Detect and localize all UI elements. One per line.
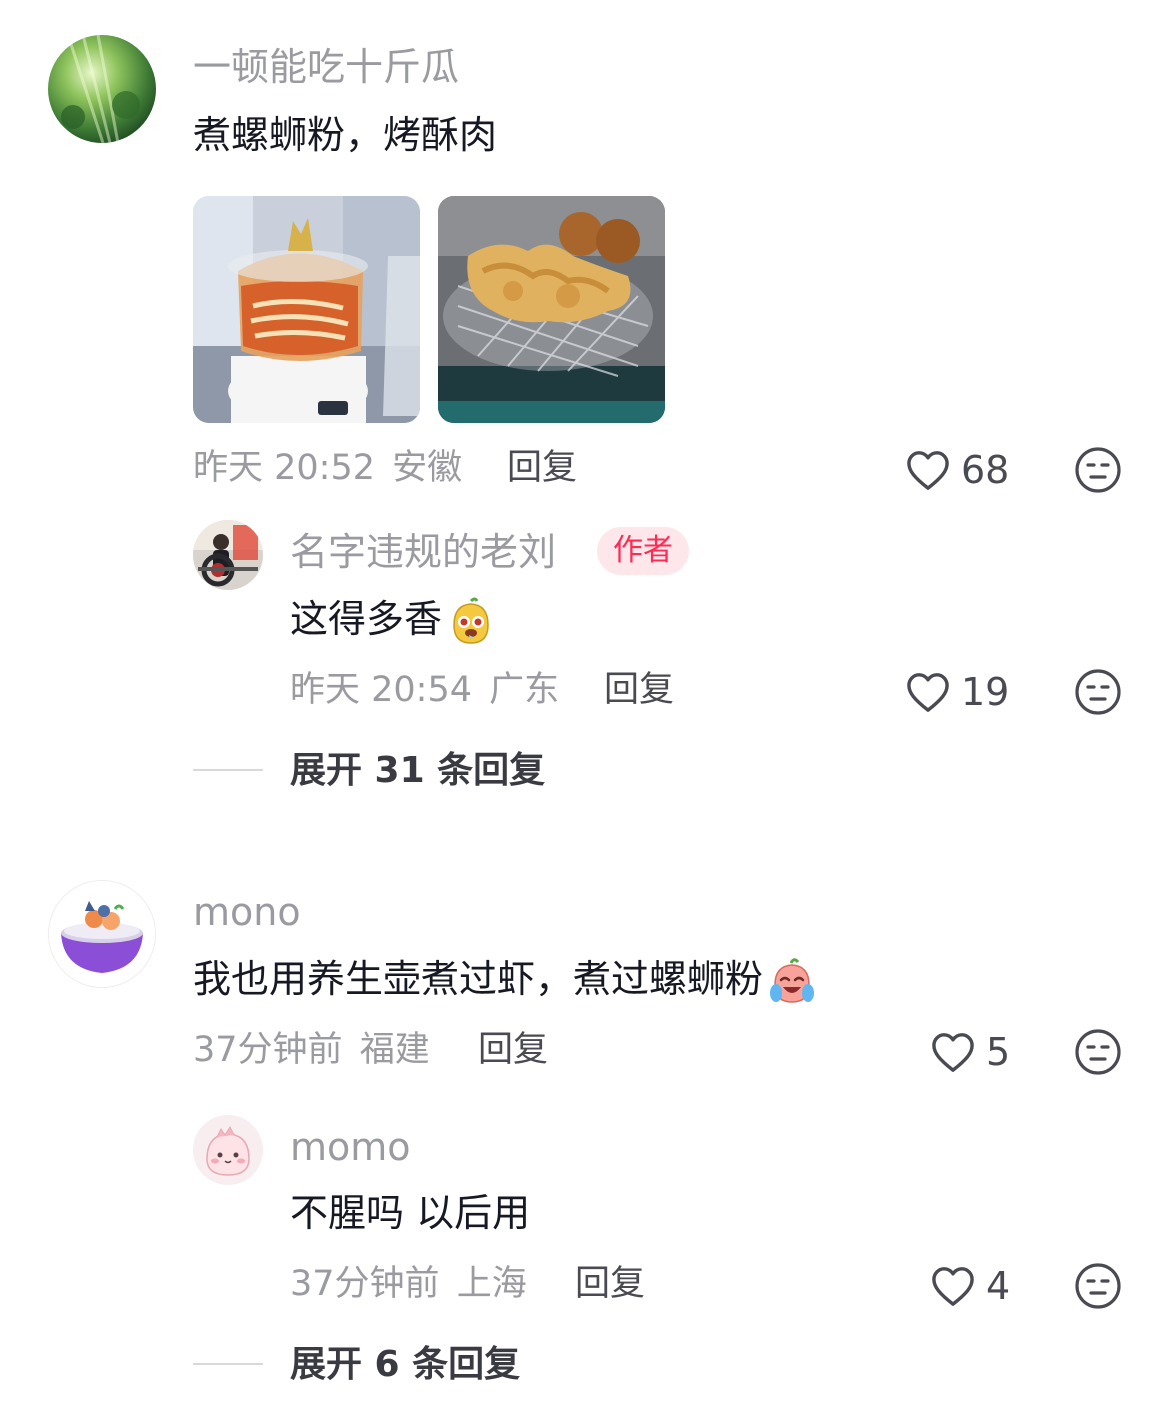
expand-replies-button[interactable]: 展开 6 条回复 <box>290 1344 520 1386</box>
drooling-face-emoji <box>446 597 496 647</box>
comment-image-noodle-pot[interactable] <box>193 196 420 423</box>
like-count: 5 <box>986 1030 1011 1074</box>
expand-divider <box>193 1363 263 1365</box>
meh-face-icon <box>1075 669 1121 715</box>
reply-location: 广东 <box>489 670 560 710</box>
comment-text: 煮螺蛳粉，烤酥肉 <box>193 113 498 157</box>
dislike-button[interactable] <box>1074 1262 1122 1314</box>
heart-icon <box>907 451 949 490</box>
comment-location: 福建 <box>359 1030 430 1070</box>
comment-time: 昨天 20:52 <box>193 448 375 488</box>
crying-laughing-emoji <box>767 957 817 1007</box>
meh-face-icon <box>1075 1029 1121 1075</box>
reply-button[interactable]: 回复 <box>507 447 577 489</box>
heart-icon <box>932 1033 974 1072</box>
avatar[interactable] <box>48 35 156 143</box>
like-button[interactable]: 68 <box>905 449 1009 491</box>
dislike-button[interactable] <box>1074 446 1122 498</box>
comment-username[interactable]: mono <box>193 890 301 934</box>
like-count: 68 <box>961 448 1010 492</box>
expand-divider <box>193 769 263 771</box>
dislike-button[interactable] <box>1074 1028 1122 1080</box>
avatar[interactable] <box>193 1115 263 1185</box>
reply-username[interactable]: 名字违规的老刘 <box>290 530 556 574</box>
comment-text: 我也用养生壶煮过虾，煮过螺蛳粉 <box>193 956 817 1007</box>
expand-replies-button[interactable]: 展开 31 条回复 <box>290 750 545 792</box>
reply-text: 这得多香 <box>290 596 496 647</box>
comment-time: 37分钟前 <box>193 1030 343 1070</box>
heart-icon <box>907 673 949 712</box>
meh-face-icon <box>1075 1263 1121 1309</box>
heart-icon <box>932 1267 974 1306</box>
reply-time: 昨天 20:54 <box>290 670 472 710</box>
comment-location: 安徽 <box>392 448 463 488</box>
like-button[interactable]: 4 <box>930 1265 1010 1307</box>
avatar[interactable] <box>48 880 156 988</box>
comment-image-fried-pork[interactable] <box>438 196 665 423</box>
reply-location: 上海 <box>456 1264 527 1304</box>
meh-face-icon <box>1075 447 1121 493</box>
avatar[interactable] <box>193 520 263 590</box>
like-count: 4 <box>986 1264 1011 1308</box>
reply-time: 37分钟前 <box>290 1264 440 1304</box>
author-badge: 作者 <box>597 527 689 575</box>
comment-username[interactable]: 一顿能吃十斤瓜 <box>193 45 459 89</box>
like-button[interactable]: 5 <box>930 1031 1010 1073</box>
like-count: 19 <box>961 670 1010 714</box>
reply-text: 不腥吗 以后用 <box>290 1191 531 1235</box>
like-button[interactable]: 19 <box>905 671 1009 713</box>
reply-username[interactable]: momo <box>290 1125 411 1169</box>
reply-button[interactable]: 回复 <box>575 1263 645 1305</box>
reply-button[interactable]: 回复 <box>604 669 674 711</box>
reply-button[interactable]: 回复 <box>478 1029 548 1071</box>
dislike-button[interactable] <box>1074 668 1122 720</box>
